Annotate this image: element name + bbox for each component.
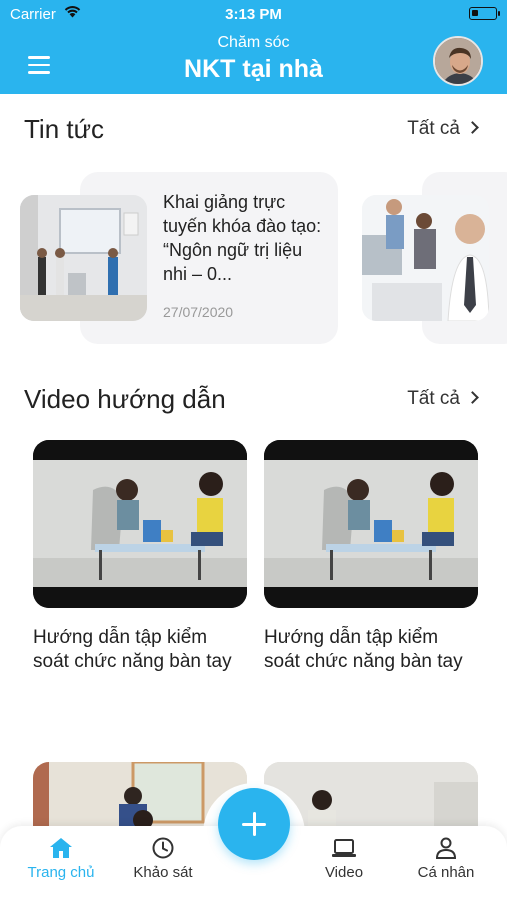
avatar[interactable] [433, 36, 483, 86]
nav-video-label: Video [324, 864, 364, 881]
news-see-all-label: Tất cả [407, 118, 460, 139]
news-section-title: Tin tức [24, 114, 105, 144]
news-photo [362, 195, 489, 321]
battery-icon [469, 7, 500, 20]
nav-video[interactable]: Video [299, 836, 389, 881]
header-subtitle: Chăm sóc [217, 34, 290, 51]
news-photo [20, 195, 147, 321]
news-see-all-link[interactable]: Tất cả [407, 118, 479, 140]
video-frame [33, 440, 247, 608]
nav-home-label: Trang chủ [27, 864, 95, 881]
plus-icon [252, 812, 256, 836]
news-thumbnail[interactable] [20, 195, 147, 321]
status-bar: Carrier 3:13 PM [0, 0, 507, 28]
video-thumbnail[interactable] [264, 440, 478, 608]
chevron-right-icon [466, 391, 479, 404]
news-title[interactable]: Khai giảng trực tuyến khóa đào tạo: “Ngô… [163, 190, 328, 286]
video-title[interactable]: Hướng dẫn tập kiểm soát chức năng bàn ta… [33, 626, 247, 674]
news-date: 27/07/2020 [163, 304, 234, 320]
nav-profile-label: Cá nhân [417, 864, 475, 881]
nav-home[interactable]: Trang chủ [16, 836, 106, 881]
nav-survey-label: Khảo sát [133, 864, 193, 881]
laptop-icon [332, 839, 356, 857]
video-see-all-label: Tất cả [407, 388, 460, 409]
video-thumbnail[interactable] [33, 440, 247, 608]
video-see-all-link[interactable]: Tất cả [407, 388, 479, 410]
video-section-title: Video hướng dẫn [24, 384, 226, 414]
nav-profile[interactable]: Cá nhân [401, 836, 491, 881]
app-header: Carrier 3:13 PM Chăm sóc NKT tại nhà [0, 0, 507, 94]
person-icon [435, 837, 457, 859]
news-thumbnail[interactable] [362, 195, 489, 321]
add-button[interactable] [218, 788, 290, 860]
video-frame [264, 440, 478, 608]
nav-survey[interactable]: Khảo sát [118, 836, 208, 881]
news-section-header: Tin tức Tất cả [24, 114, 479, 148]
clock-icon [152, 837, 174, 859]
header-title: NKT tại nhà [184, 55, 323, 83]
status-time: 3:13 PM [225, 6, 282, 23]
video-title[interactable]: Hướng dẫn tập kiểm soát chức năng bàn ta… [264, 626, 478, 674]
chevron-right-icon [466, 121, 479, 134]
home-icon [50, 838, 72, 858]
video-section-header: Video hướng dẫn Tất cả [24, 384, 479, 418]
